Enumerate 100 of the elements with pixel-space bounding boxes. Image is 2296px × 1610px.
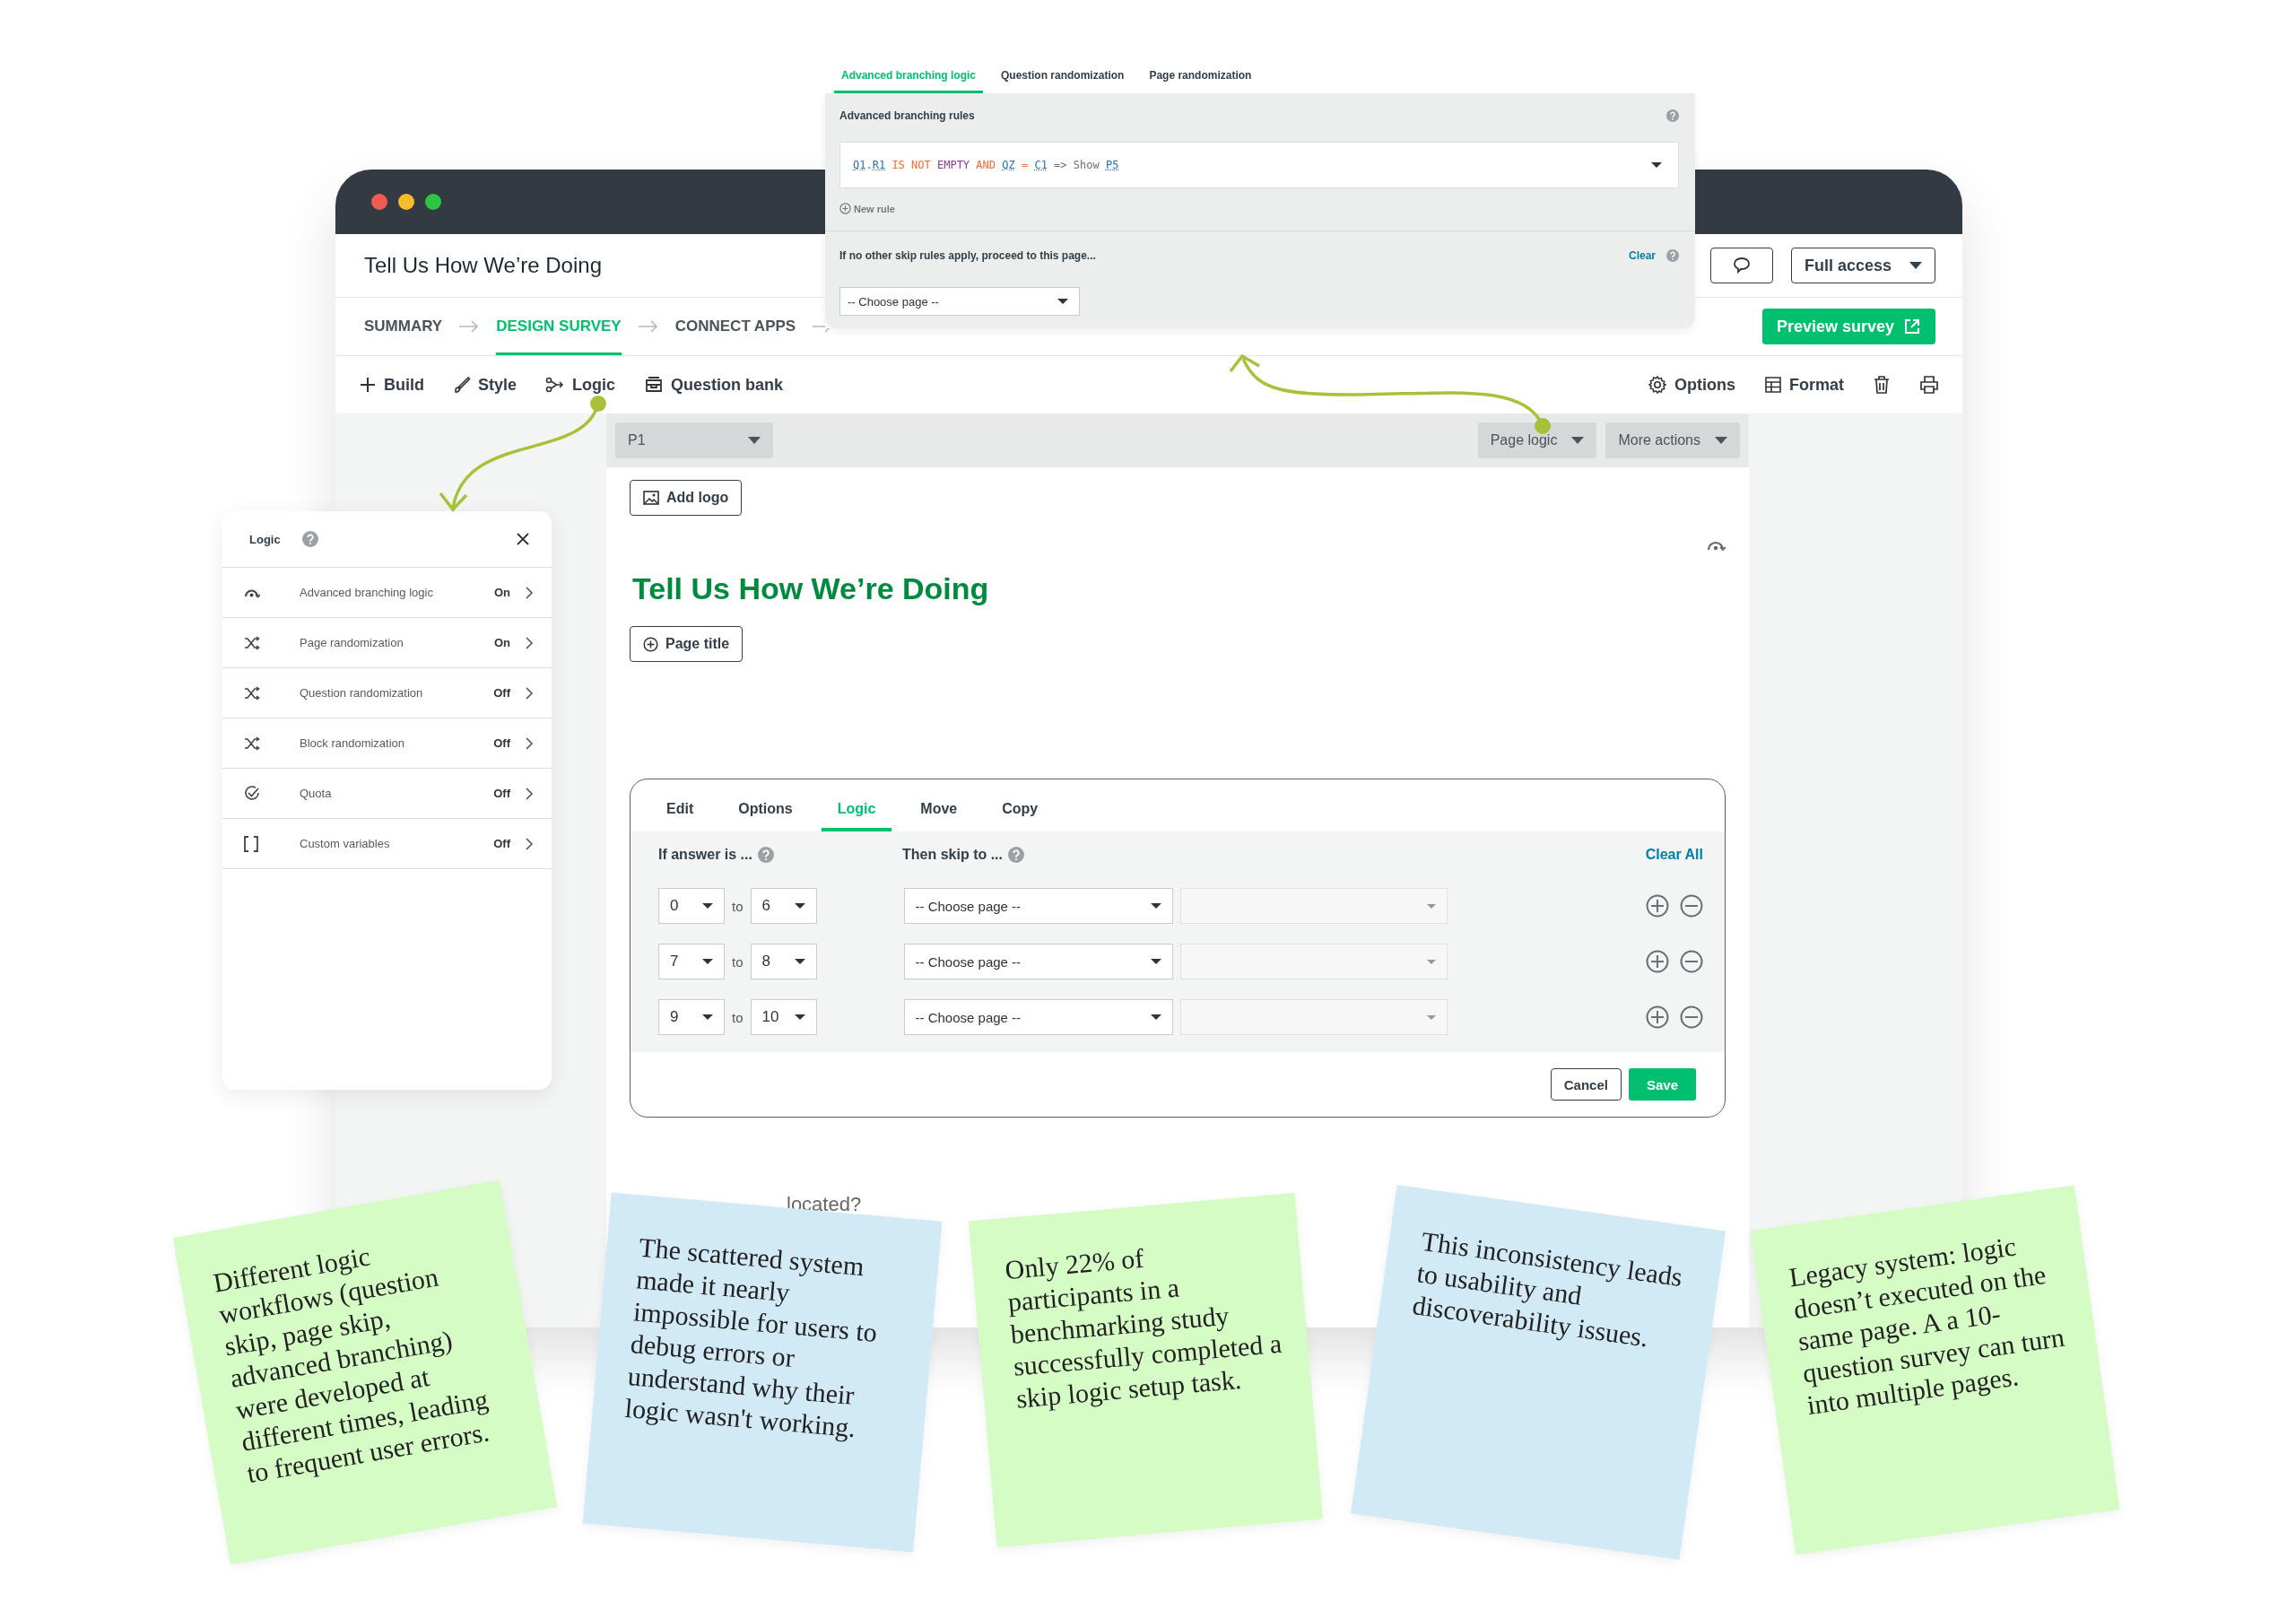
range-connector: to [732,953,744,970]
chevron-right-icon [525,636,534,649]
setting-label: Quota [300,787,332,800]
settings-icon [1648,375,1667,395]
toolbar-button[interactable]: Style [448,370,523,400]
remove-circle-icon[interactable] [1680,950,1703,973]
clear-link[interactable]: Clear [1628,249,1656,262]
skip-page-dropdown[interactable]: -- Choose page -- [903,999,1173,1035]
note-text: The scattered system made it nearly impossible for users to debug errors or understand why their logic wasn't working. [623,1231,880,1445]
plus-icon [359,376,377,394]
page-dropdown[interactable]: P1 [615,422,773,458]
speech-bubble-icon [1731,256,1752,275]
nav-step[interactable]: SUMMARY [364,298,443,355]
zoom-dot-icon[interactable] [425,194,441,210]
logic-setting-row[interactable]: Advanced branching logic On [222,568,552,618]
chevron-right-icon [525,736,534,750]
help-icon[interactable] [1666,249,1679,262]
shuffle-icon [244,735,260,751]
add-circle-icon[interactable] [1646,950,1669,973]
chevron-right-icon [525,837,534,850]
brush-icon [453,376,471,394]
logic-setting-row[interactable]: Block randomization Off [222,718,552,769]
rule-field[interactable]: Q1.R1 IS NOT EMPTY AND QZ = C1 => Show P5 [839,142,1679,188]
check-circle-icon [244,785,260,802]
panel-title: Logic [249,532,281,546]
remove-circle-icon[interactable] [1680,894,1703,918]
new-rule-button[interactable]: New rule [839,203,895,214]
rule-expression: Q1.R1 IS NOT EMPTY AND QZ = C1 => Show P5 [853,159,1119,171]
trash-icon [1873,375,1891,395]
column-label: Then skip to ... [902,847,1003,863]
popup-tab[interactable]: Page randomization [1142,69,1259,93]
editor-tab[interactable]: Options [722,801,809,831]
cancel-button[interactable]: Cancel [1550,1068,1622,1101]
add-circle-icon[interactable] [1646,894,1669,918]
popup-tab[interactable]: Question randomization [994,69,1132,93]
brackets-icon [244,835,258,852]
answer-from-dropdown[interactable]: 7 [658,944,725,979]
setting-status: Off [493,837,510,850]
arrow-right-icon [458,320,481,333]
help-icon[interactable] [301,531,318,547]
add-circle-icon[interactable] [1646,1005,1669,1029]
archive-box-icon [644,376,665,394]
arrow-right-icon [637,320,659,333]
table-icon [1764,376,1782,394]
chevron-right-icon [525,787,534,800]
toolbar-button[interactable]: Build [353,370,430,400]
logic-setting-row[interactable]: Question randomization Off [222,668,552,718]
setting-status: On [493,636,510,649]
help-icon[interactable] [1008,847,1024,863]
external-link-icon [1903,318,1921,335]
note-text: This inconsistency leads to usability and discoverability issues. [1410,1224,1685,1354]
skip-page-dropdown[interactable]: -- Choose page -- [903,944,1173,979]
clear-all-link[interactable]: Clear All [1645,847,1703,863]
answer-from-dropdown[interactable]: 9 [658,999,725,1035]
logic-setting-row[interactable]: Quota Off [222,769,552,819]
setting-status: On [493,586,510,599]
survey-heading: Tell Us How We’re Doing [632,571,989,606]
close-icon[interactable] [516,532,530,546]
toolbar-button[interactable]: Options [1642,370,1741,400]
note-text: Legacy system: logic doesn’t executed on the same page. A a 10-question survey can turn into multiple pages. [1787,1230,2067,1422]
remove-circle-icon[interactable] [1680,1005,1703,1029]
page-logic-dropdown[interactable]: Page logic [1477,422,1597,458]
image-icon [643,491,659,505]
help-icon[interactable] [1666,109,1679,122]
caret-icon[interactable] [1651,162,1662,168]
toolbar-button[interactable]: Question bank [639,370,789,400]
help-icon[interactable] [757,847,774,863]
answer-to-dropdown[interactable]: 8 [750,944,817,979]
logic-setting-row[interactable]: Custom variables Off [222,819,552,869]
editor-tab[interactable]: Move [904,801,974,831]
branch-icon [545,376,566,394]
nav-step[interactable]: CONNECT APPS [674,298,796,355]
shuffle-icon [244,685,260,701]
column-label: If answer is ... [658,847,752,863]
answer-to-dropdown[interactable]: 6 [750,888,817,924]
add-logo-button[interactable]: Add logo [630,480,743,516]
range-connector: to [732,898,744,914]
toolbar-button[interactable]: Format [1759,370,1849,400]
editor-tab[interactable]: Edit [650,801,710,831]
skip-page-dropdown[interactable]: -- Choose page -- [903,888,1173,924]
answer-from-dropdown[interactable]: 0 [658,888,725,924]
setting-label: Page randomization [300,636,404,649]
close-dot-icon[interactable] [371,194,387,210]
comment-button[interactable] [1709,248,1773,283]
setting-status: Off [493,787,510,800]
access-dropdown[interactable]: Full access [1790,248,1935,283]
editor-tab[interactable]: Copy [986,801,1055,831]
answer-to-dropdown[interactable]: 10 [750,999,817,1035]
setting-status: Off [493,686,510,700]
shuffle-icon [244,635,260,650]
fallback-page-dropdown[interactable]: -- Choose page -- [839,287,1080,316]
add-circle-icon [839,203,851,214]
note-text: Only 22% of participants in a benchmarking study successfully completed a skip logic setup task. [1004,1241,1284,1415]
branch-logic-icon [1706,539,1726,552]
more-actions-dropdown[interactable]: More actions [1605,422,1740,458]
page-title-button[interactable]: Page title [630,626,744,662]
setting-label: Question randomization [300,686,423,700]
setting-label: Custom variables [300,837,390,850]
minimize-dot-icon[interactable] [398,194,414,210]
logic-setting-row[interactable]: Page randomization On [222,618,552,668]
